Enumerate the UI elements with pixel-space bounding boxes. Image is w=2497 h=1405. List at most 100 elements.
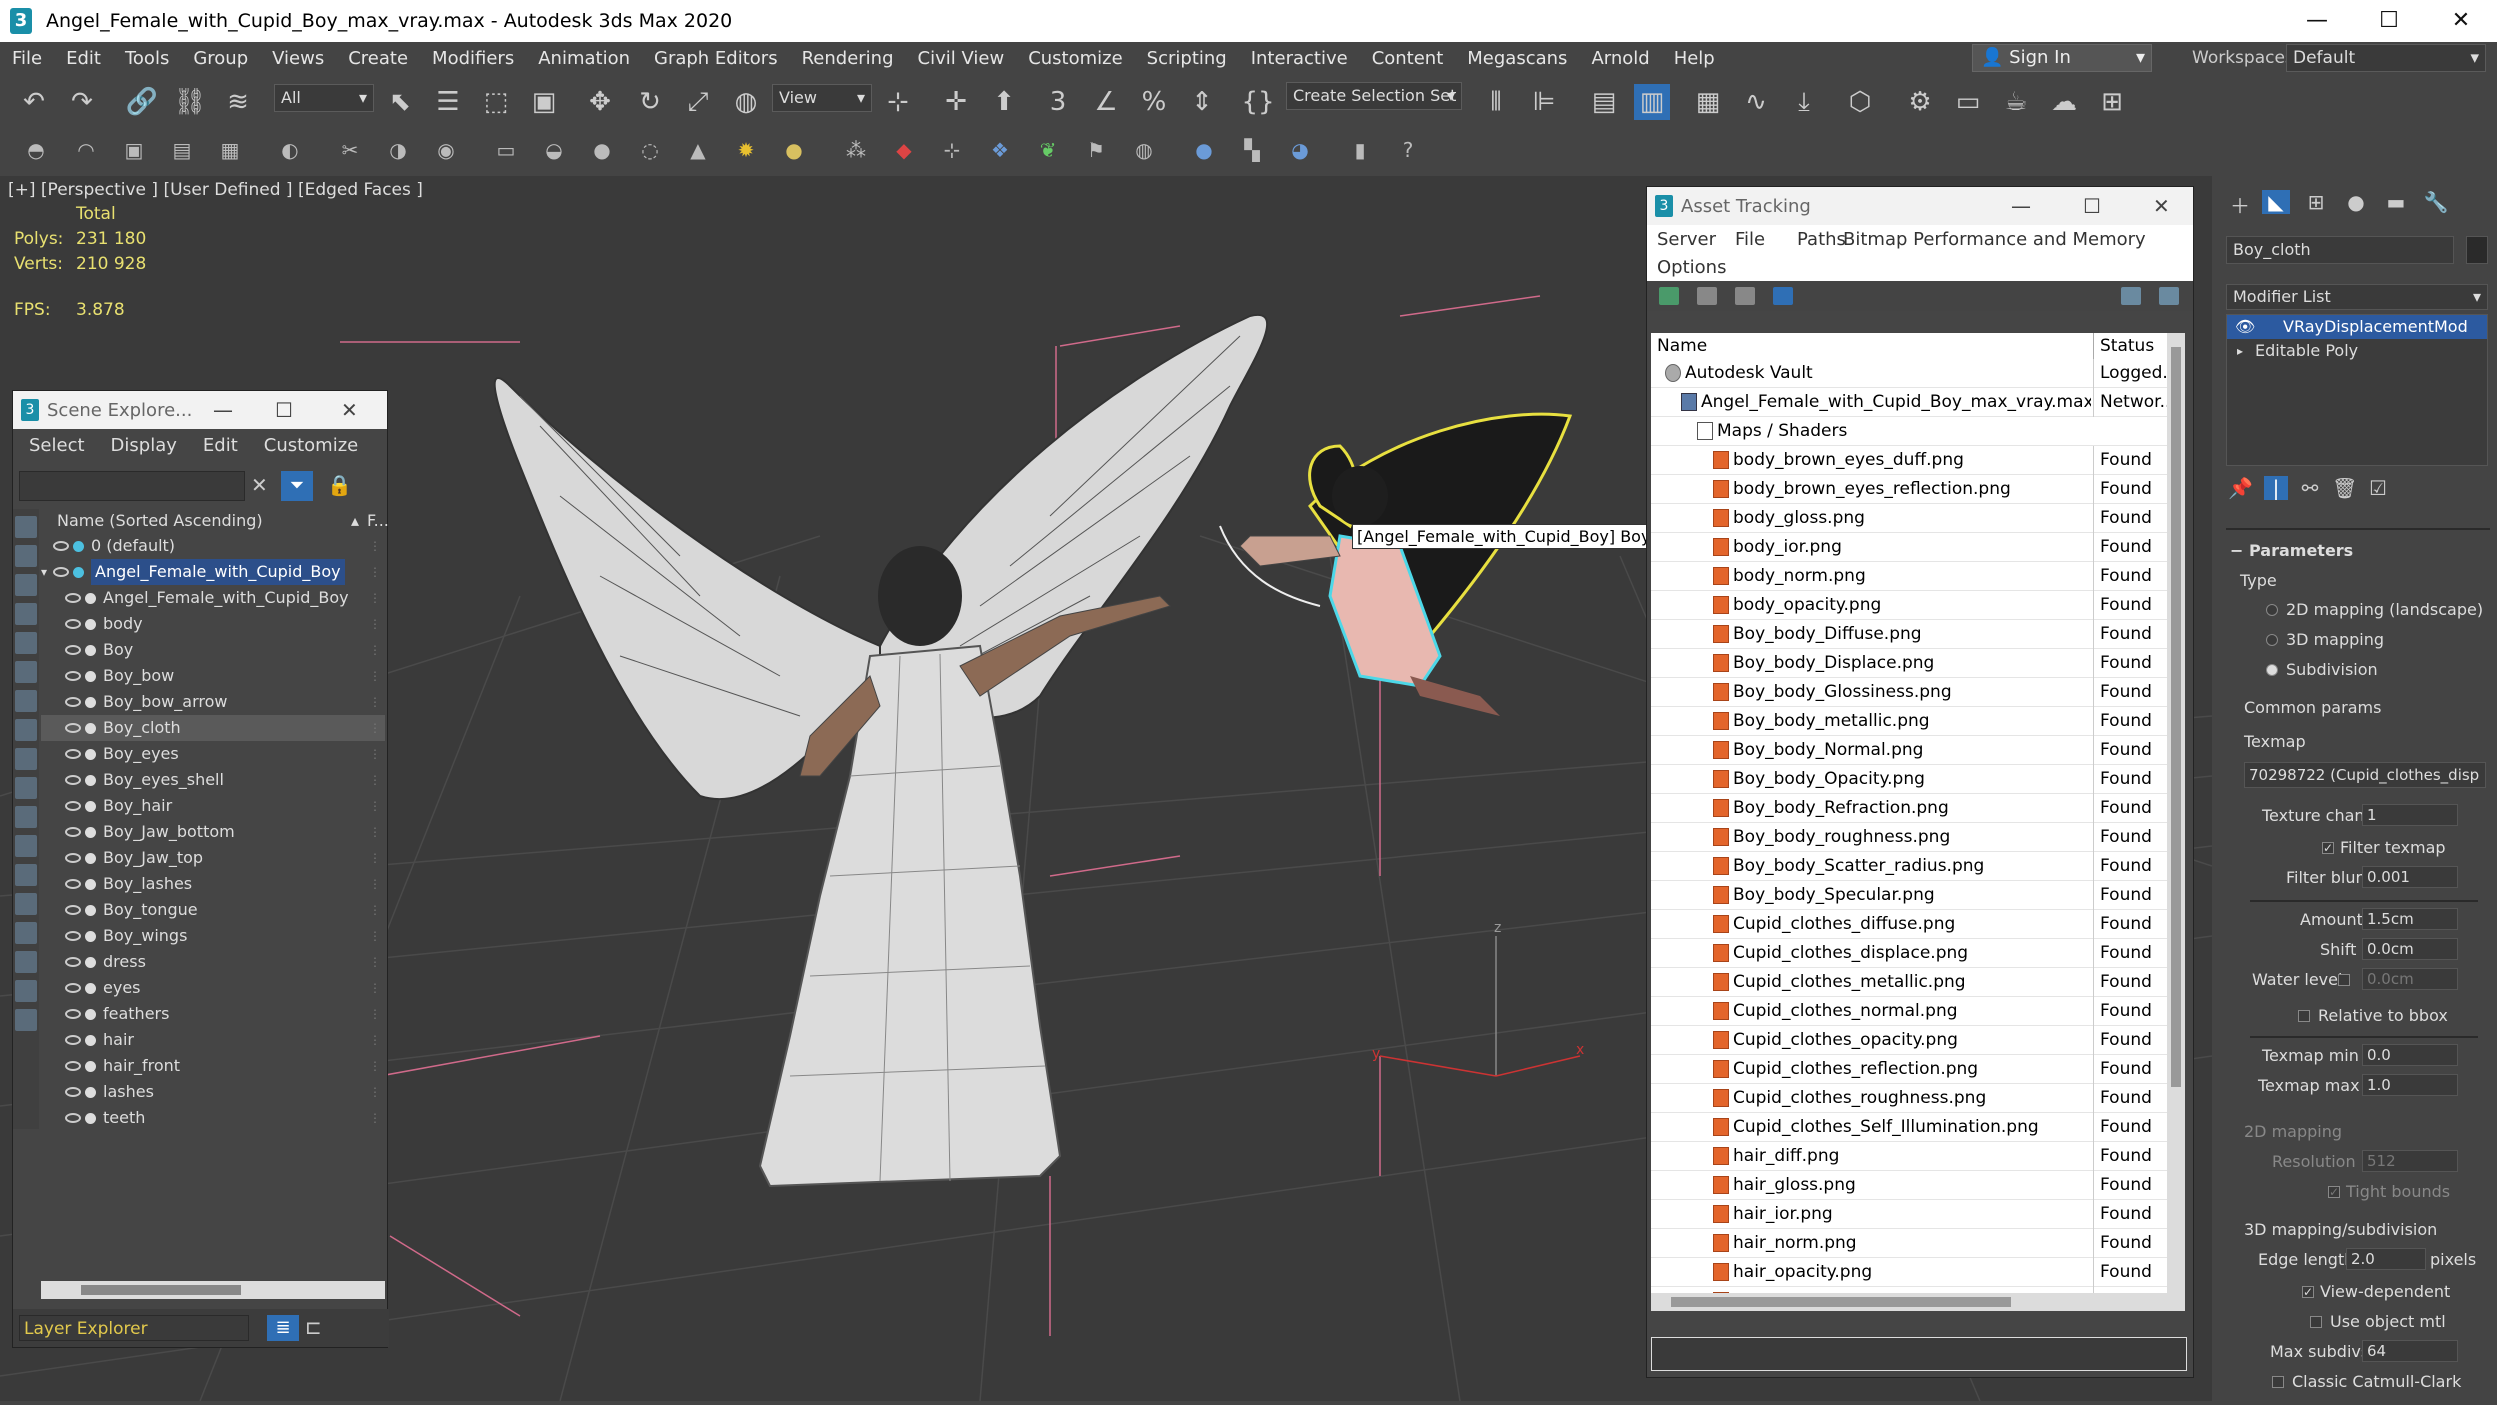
asset-row[interactable]: Cupid_clothes_Self_Illumination.png Found	[1651, 1113, 2167, 1142]
eye-icon[interactable]	[65, 1061, 81, 1071]
vray-mesh-icon[interactable]: ◌	[636, 136, 664, 164]
material-editor-icon[interactable]: ⬡	[1842, 84, 1878, 120]
eye-icon[interactable]	[65, 723, 81, 733]
frozen-column-header[interactable]: F...	[367, 509, 389, 533]
scrollbar-thumb[interactable]	[81, 1285, 241, 1295]
curve-editor-icon[interactable]: ∿	[1738, 84, 1774, 120]
vray-toolbar-icon-2[interactable]: ◠	[72, 136, 100, 164]
tight-bounds-checkbox[interactable]: ✓	[2328, 1186, 2340, 1198]
at-menu-bitmap[interactable]: Bitmap Performance and Memory	[1843, 229, 2146, 250]
asset-table-vscrollbar[interactable]	[2167, 333, 2185, 1293]
scene-tree-item[interactable]: Boy_lashes ⋮	[41, 871, 385, 897]
close-button[interactable]: ✕	[341, 391, 358, 429]
vray-decal-icon[interactable]: ⚑	[1082, 136, 1110, 164]
scene-tree-item[interactable]: hair_front ⋮	[41, 1053, 385, 1079]
eye-icon[interactable]	[65, 645, 81, 655]
eye-icon[interactable]	[65, 619, 81, 629]
asset-row[interactable]: Cupid_clothes_normal.png Found	[1651, 997, 2167, 1026]
viewport-label[interactable]: [+] [Perspective ] [User Defined ] [Edge…	[8, 180, 423, 200]
water-level-checkbox[interactable]	[2338, 974, 2350, 986]
eye-icon[interactable]	[65, 879, 81, 889]
vray-toolbar-icon-3[interactable]: ▣	[120, 136, 148, 164]
display-tab-icon[interactable]: ▬	[2382, 190, 2410, 214]
schematic-view-icon[interactable]: ⤓	[1786, 84, 1822, 120]
filter-containers-icon[interactable]	[15, 777, 37, 799]
scene-tree-item[interactable]: lashes ⋮	[41, 1079, 385, 1105]
classic-catmull-clark-checkbox[interactable]	[2272, 1376, 2284, 1388]
eye-icon[interactable]	[65, 1009, 81, 1019]
vray-toolbar-icon-1[interactable]: ◓	[22, 136, 50, 164]
filter-bones-icon[interactable]	[15, 748, 37, 770]
filter-shapes-icon[interactable]	[15, 545, 37, 567]
scale-icon[interactable]: ⤢	[680, 84, 716, 120]
asset-row[interactable]: Boy_body_metallic.png Found	[1651, 707, 2167, 736]
eye-icon[interactable]	[65, 905, 81, 915]
eye-icon[interactable]	[65, 853, 81, 863]
asset-row[interactable]: hair_diff.png Found	[1651, 1142, 2167, 1171]
snaps-toggle-icon[interactable]: 3	[1040, 84, 1076, 120]
scene-tree-item[interactable]: Boy_wings ⋮	[41, 923, 385, 949]
menu-megascans[interactable]: Megascans	[1455, 48, 1579, 69]
angle-snap-icon[interactable]: ∠	[1088, 84, 1124, 120]
configure-modifier-sets-icon[interactable]: ☑	[2366, 476, 2390, 500]
eye-icon[interactable]	[65, 827, 81, 837]
vray-ambient-icon[interactable]: ●	[780, 136, 808, 164]
modifier-stack-item-vraydisplacementmod[interactable]: 👁 VRayDisplacementMod	[2227, 315, 2487, 339]
select-manipulate-icon[interactable]: ✛	[938, 84, 974, 120]
asset-row[interactable]: Cupid_clothes_roughness.png Found	[1651, 1084, 2167, 1113]
asset-row[interactable]: body_norm.png Found	[1651, 562, 2167, 591]
close-button[interactable]: ✕	[2153, 187, 2170, 225]
menu-animation[interactable]: Animation	[526, 48, 642, 69]
link-icon[interactable]: 🔗	[124, 84, 160, 120]
scene-tree-item[interactable]: feathers ⋮	[41, 1001, 385, 1027]
render-setup-icon[interactable]: ⚙	[1902, 84, 1938, 120]
vray-frame-buffer-icon[interactable]: ▚	[1238, 136, 1266, 164]
vray-dome-icon[interactable]: ◒	[540, 136, 568, 164]
asset-row[interactable]: Boy_body_Scatter_radius.png Found	[1651, 852, 2167, 881]
menu-interactive[interactable]: Interactive	[1239, 48, 1360, 69]
vray-volume-icon[interactable]: ❖	[986, 136, 1014, 164]
asset-row[interactable]: Boy_body_Diffuse.png Found	[1651, 620, 2167, 649]
scene-tree-item[interactable]: eyes ⋮	[41, 975, 385, 1001]
chevron-right-icon[interactable]: ▸	[2237, 339, 2243, 363]
se-menu-edit[interactable]: Edit	[203, 435, 238, 456]
filter-cameras-icon[interactable]	[15, 603, 37, 625]
eye-icon[interactable]	[65, 749, 81, 759]
maximize-button[interactable]: ☐	[275, 391, 293, 429]
vray-sun-icon[interactable]: ◉	[432, 136, 460, 164]
refresh-icon[interactable]	[1659, 287, 1679, 305]
make-unique-icon[interactable]: ⚯	[2298, 476, 2322, 500]
align-icon[interactable]: ⊫	[1526, 84, 1562, 120]
filter-frozen-icon[interactable]	[15, 806, 37, 828]
vray-material-icon[interactable]: ●	[1190, 136, 1218, 164]
texmap-button[interactable]: 70298722 (Cupid_clothes_disp	[2244, 762, 2486, 788]
amount-spinner[interactable]: 1.5cm	[2362, 908, 2458, 930]
filter-layer-icon[interactable]	[15, 1009, 37, 1031]
vray-toolbar-icon-4[interactable]: ▤	[168, 136, 196, 164]
scene-tree-item[interactable]: Boy ⋮	[41, 637, 385, 663]
type-radio-3d[interactable]	[2266, 634, 2278, 646]
at-menu-paths[interactable]: Paths	[1797, 229, 1846, 250]
scene-explorer-search-input[interactable]	[19, 471, 245, 501]
minimize-button[interactable]: —	[213, 391, 233, 429]
texmap-max-spinner[interactable]: 1.0	[2362, 1074, 2458, 1096]
scene-explorer-column-header[interactable]: Name (Sorted Ascending) ▴ F...	[41, 509, 389, 533]
relative-to-bbox-checkbox[interactable]	[2298, 1010, 2310, 1022]
water-level-spinner[interactable]: 0.0cm	[2362, 968, 2458, 990]
select-by-name-icon[interactable]: ☰	[430, 84, 466, 120]
render-production-icon[interactable]: ☕	[1998, 84, 2034, 120]
undo-icon[interactable]: ↶	[16, 84, 52, 120]
eye-icon[interactable]	[65, 697, 81, 707]
eye-icon[interactable]	[65, 931, 81, 941]
unlink-icon[interactable]: ⛓	[172, 84, 208, 120]
vray-clipper-icon[interactable]: ◆	[890, 136, 918, 164]
eye-icon[interactable]	[65, 671, 81, 681]
move-icon[interactable]: ✥	[582, 84, 618, 120]
object-color-swatch[interactable]	[2466, 236, 2488, 264]
scene-tree-item[interactable]: teeth ⋮	[41, 1105, 385, 1131]
vray-sunlight-icon[interactable]: ✹	[732, 136, 760, 164]
se-menu-customize[interactable]: Customize	[264, 435, 358, 456]
vray-grid-icon[interactable]: ⊹	[938, 136, 966, 164]
scene-explorer-toggle-icon[interactable]: ▤	[1586, 84, 1622, 120]
pin-stack-icon[interactable]: 📌	[2228, 476, 2253, 500]
